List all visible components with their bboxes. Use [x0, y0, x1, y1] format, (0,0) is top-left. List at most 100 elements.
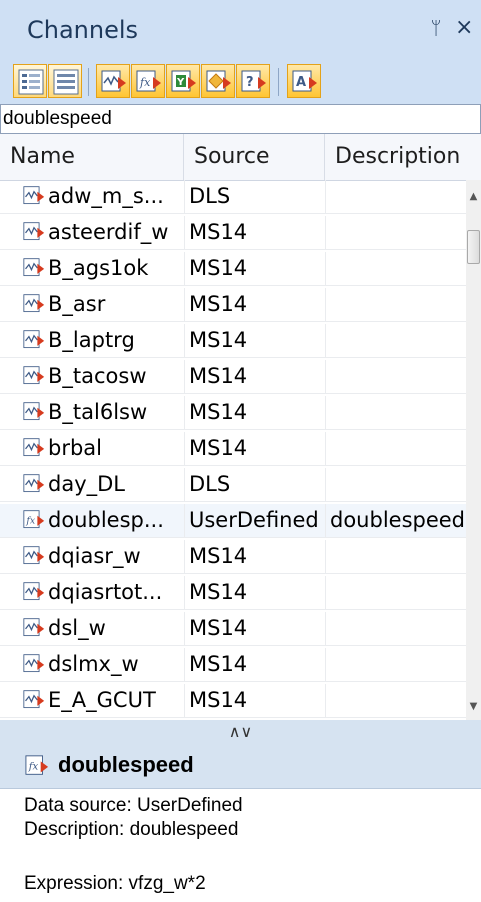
panel-title: Channels — [27, 16, 139, 44]
cell-description — [325, 612, 466, 645]
cell-source: MS14 — [184, 540, 325, 573]
scroll-down-icon[interactable]: ▼ — [466, 698, 481, 716]
cell-source: MS14 — [184, 396, 325, 429]
cell-description — [325, 216, 466, 249]
toolbar: fx Y ? A — [0, 60, 481, 104]
scroll-thumb[interactable] — [467, 230, 480, 264]
cell-source: MS14 — [184, 684, 325, 717]
cell-description — [325, 576, 466, 609]
cell-source: MS14 — [184, 648, 325, 681]
table-row[interactable]: dqiasr_w MS14 — [0, 540, 466, 574]
cell-description — [325, 360, 466, 393]
table-row[interactable]: day_DL DLS — [0, 468, 466, 502]
svg-text:?: ? — [246, 75, 254, 90]
cell-name: adw_m_s... — [48, 184, 164, 208]
toolbar-separator — [88, 68, 89, 96]
channels-panel: Channels ᛘ × fx Y ? A doublespeed Name S… — [0, 0, 481, 902]
cell-name: B_tacosw — [48, 364, 147, 388]
cell-name: asteerdif_w — [48, 220, 169, 244]
cell-description — [325, 252, 466, 285]
cell-name: dqiasr_w — [48, 544, 141, 568]
svg-text:fx: fx — [139, 76, 151, 89]
detail-description: Description: doublespeed — [24, 819, 239, 840]
cell-description — [325, 396, 466, 429]
question-channel-icon: ? — [241, 70, 266, 92]
table-row[interactable]: dslmx_w MS14 — [0, 648, 466, 682]
cell-source: MS14 — [184, 288, 325, 321]
cell-name: B_ags1ok — [48, 256, 149, 280]
table-row[interactable]: fx doublesp... UserDefined doublespeed — [0, 504, 466, 538]
cell-name: day_DL — [48, 472, 125, 496]
filter-unknown-button[interactable]: ? — [236, 64, 270, 98]
cell-source: MS14 — [184, 360, 325, 393]
cell-name: B_tal6lsw — [48, 400, 148, 424]
table-row[interactable]: dsl_w MS14 — [0, 612, 466, 646]
column-header-source[interactable]: Source — [184, 134, 325, 180]
cell-description — [325, 324, 466, 357]
cell-name: E_A_GCUT — [48, 688, 156, 712]
toolbar-separator — [278, 68, 279, 96]
table-row[interactable]: B_tacosw MS14 — [0, 360, 466, 394]
svg-text:A: A — [296, 75, 306, 90]
cell-source: MS14 — [184, 252, 325, 285]
cell-name: brbal — [48, 436, 102, 460]
panel-title-bar[interactable]: Channels ᛘ × — [0, 0, 481, 60]
cell-description: doublespeed — [325, 504, 466, 537]
calc-channel-icon: Y — [171, 70, 196, 92]
fx-channel-icon: fx — [25, 755, 49, 775]
detail-header: fx doublespeed — [0, 744, 481, 789]
cell-description — [325, 540, 466, 573]
search-input[interactable] — [0, 104, 481, 134]
table-row[interactable]: B_laptrg MS14 — [0, 324, 466, 358]
cell-name: dslmx_w — [48, 652, 139, 676]
cell-source: MS14 — [184, 324, 325, 357]
filter-text-button[interactable]: A — [287, 64, 321, 98]
vertical-scrollbar[interactable]: ▲ ▼ — [466, 180, 481, 720]
detail-channel-name: doublespeed — [58, 752, 194, 777]
table-row[interactable]: adw_m_s... DLS — [0, 180, 466, 214]
cell-name: dsl_w — [48, 616, 106, 640]
cell-source: MS14 — [184, 612, 325, 645]
list-icon — [53, 69, 79, 95]
cell-source: MS14 — [184, 576, 325, 609]
splitter-handle[interactable]: ∧∨ — [0, 720, 481, 744]
detail-expression: Expression: vfzg_w*2 — [24, 873, 206, 894]
view-list-button[interactable] — [48, 64, 82, 98]
table-row[interactable]: brbal MS14 — [0, 432, 466, 466]
view-detail-button[interactable] — [13, 64, 47, 98]
measured-channel-icon — [101, 70, 126, 92]
close-icon[interactable]: × — [455, 14, 481, 42]
cell-source: UserDefined — [184, 504, 325, 537]
channel-table: adw_m_s... DLS asteerdif_w MS14 B_ags1ok MS14… — [0, 180, 466, 720]
cell-description — [325, 432, 466, 465]
cell-description — [325, 468, 466, 501]
detail-body: Data source: UserDefined Description: do… — [0, 789, 481, 902]
cell-source: DLS — [184, 180, 325, 213]
cell-description — [325, 648, 466, 681]
text-channel-icon: A — [292, 70, 317, 92]
filter-measured-button[interactable] — [96, 64, 130, 98]
cell-description — [325, 180, 466, 213]
pin-icon[interactable]: ᛘ — [425, 16, 447, 42]
column-header-description[interactable]: Description — [325, 134, 481, 180]
table-row[interactable]: E_A_GCUT MS14 — [0, 684, 466, 718]
table-row[interactable]: B_asr MS14 — [0, 288, 466, 322]
table-row[interactable]: asteerdif_w MS14 — [0, 216, 466, 250]
detail-data-source: Data source: UserDefined — [24, 795, 243, 816]
cell-source: MS14 — [184, 216, 325, 249]
filter-calc-button[interactable]: Y — [166, 64, 200, 98]
cell-name: dqiasrtot... — [48, 580, 163, 604]
diamond-channel-icon — [206, 70, 231, 92]
table-row[interactable]: B_ags1ok MS14 — [0, 252, 466, 286]
filter-bitfield-button[interactable] — [201, 64, 235, 98]
cell-source: MS14 — [184, 432, 325, 465]
filter-userdefined-button[interactable]: fx — [131, 64, 165, 98]
table-row[interactable]: B_tal6lsw MS14 — [0, 396, 466, 430]
table-row[interactable]: dqiasrtot... MS14 — [0, 576, 466, 610]
column-headers: Name Source Description — [0, 134, 481, 181]
column-header-name[interactable]: Name — [0, 134, 184, 180]
scroll-up-icon[interactable]: ▲ — [466, 188, 481, 206]
fx-channel-icon: fx — [136, 70, 161, 92]
cell-description — [325, 684, 466, 717]
cell-name: B_asr — [48, 292, 106, 316]
